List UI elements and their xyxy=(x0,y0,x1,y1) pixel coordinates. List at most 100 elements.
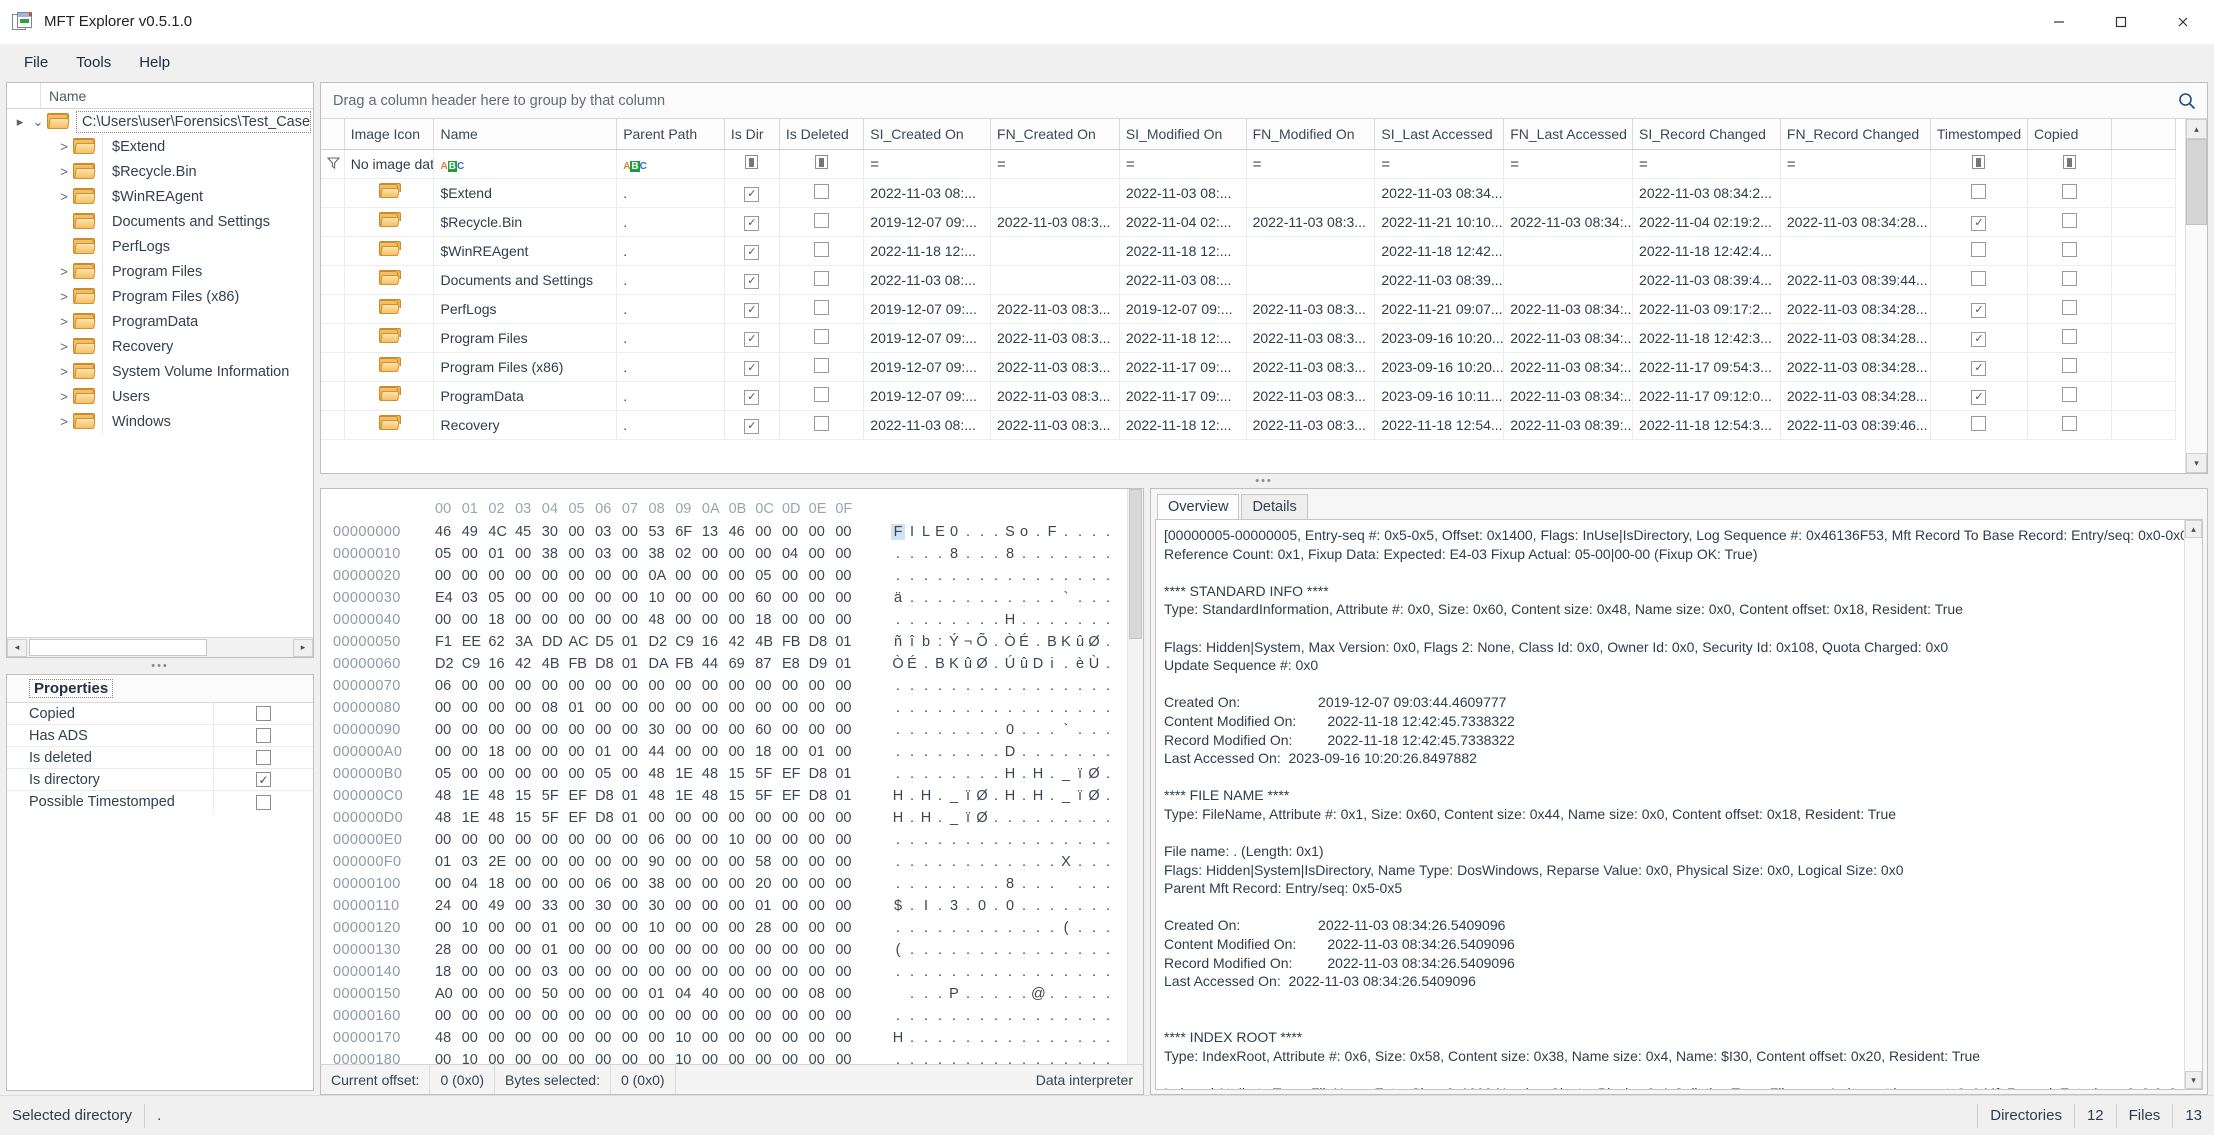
ascii-char[interactable]: . xyxy=(919,744,933,760)
ascii-char[interactable]: . xyxy=(905,744,919,760)
ascii-char[interactable]: . xyxy=(933,568,947,584)
hex-byte[interactable]: 00 xyxy=(782,986,809,1002)
ascii-char[interactable]: @ xyxy=(1031,986,1046,1002)
checkbox-unchecked-icon[interactable] xyxy=(256,728,271,743)
hex-byte[interactable]: 00 xyxy=(675,920,702,936)
hex-byte[interactable]: 00 xyxy=(675,832,702,848)
hex-byte[interactable]: D8 xyxy=(809,766,836,782)
ascii-char[interactable]: ï xyxy=(961,810,975,826)
hex-byte[interactable]: 00 xyxy=(729,700,756,716)
ascii-char[interactable]: . xyxy=(1087,678,1101,694)
hex-byte[interactable]: 00 xyxy=(462,832,489,848)
ascii-char[interactable]: . xyxy=(1045,876,1059,892)
hex-byte[interactable]: 00 xyxy=(782,1030,809,1046)
hex-byte[interactable]: 00 xyxy=(702,1052,729,1064)
hex-byte[interactable]: 00 xyxy=(622,964,649,980)
ascii-char[interactable]: . xyxy=(1073,744,1087,760)
header-name[interactable]: Name xyxy=(433,119,618,150)
cell-timestomped[interactable] xyxy=(1930,265,2029,295)
ascii-char[interactable]: ï xyxy=(961,788,975,804)
hex-row[interactable]: 00000030 E4 03 05 00 00 00 00 00 10 00 00 00 60 00 00 00… xyxy=(333,587,1127,609)
ascii-char[interactable]: . xyxy=(905,722,919,738)
cell-is-dir[interactable]: ✓ xyxy=(724,381,780,411)
hex-byte[interactable]: 00 xyxy=(462,1030,489,1046)
ascii-char[interactable]: . xyxy=(1087,1008,1101,1024)
ascii-char[interactable]: . xyxy=(961,524,975,540)
ascii-char[interactable]: : xyxy=(933,634,947,650)
hex-byte[interactable]: 00 xyxy=(515,546,542,562)
hex-byte[interactable]: 16 xyxy=(488,656,515,672)
ascii-char[interactable]: . xyxy=(1073,964,1087,980)
hex-byte[interactable]: 00 xyxy=(542,744,569,760)
hex-byte[interactable]: 05 xyxy=(755,568,782,584)
ascii-char[interactable]: F xyxy=(1045,524,1059,540)
hex-byte[interactable]: 00 xyxy=(515,766,542,782)
hex-byte[interactable]: 01 xyxy=(488,546,515,562)
ascii-char[interactable]: . xyxy=(1073,546,1087,562)
hex-byte[interactable]: 30 xyxy=(649,898,676,914)
hex-byte[interactable]: 00 xyxy=(515,568,542,584)
hex-row[interactable]: 00000090 00 00 00 00 00 00 00 00 30 00 00 00 60 00 00 00… xyxy=(333,719,1127,741)
ascii-char[interactable]: . xyxy=(1087,722,1101,738)
hex-byte[interactable]: 00 xyxy=(568,568,595,584)
scroll-down-icon[interactable]: ▾ xyxy=(2186,453,2207,473)
ascii-char[interactable]: . xyxy=(933,920,947,936)
hex-byte[interactable]: 18 xyxy=(755,612,782,628)
hex-byte[interactable]: 00 xyxy=(595,942,622,958)
hex-byte[interactable]: 00 xyxy=(595,1030,622,1046)
ascii-char[interactable]: B xyxy=(1045,634,1059,650)
ascii-char[interactable]: . xyxy=(1017,678,1031,694)
hex-byte[interactable]: D8 xyxy=(595,810,622,826)
cell-copied[interactable] xyxy=(2027,410,2113,440)
hex-byte[interactable]: 06 xyxy=(595,876,622,892)
ascii-char[interactable]: É xyxy=(1017,634,1031,650)
ascii-char[interactable]: . xyxy=(975,832,989,848)
hex-byte[interactable]: 01 xyxy=(622,810,649,826)
ascii-char[interactable]: . xyxy=(891,832,905,848)
hex-row[interactable]: 00000170 48 00 00 00 00 00 00 00 00 10 00 00 00 00 00 00… xyxy=(333,1027,1127,1049)
ascii-char[interactable]: . xyxy=(933,766,947,782)
hex-byte[interactable]: 00 xyxy=(568,678,595,694)
hex-byte[interactable]: 4C xyxy=(488,524,515,540)
ascii-char[interactable]: . xyxy=(933,942,947,958)
hex-byte[interactable]: 00 xyxy=(729,1052,756,1064)
hex-byte[interactable]: 00 xyxy=(729,810,756,826)
ascii-char[interactable]: . xyxy=(905,810,919,826)
hex-byte[interactable]: 15 xyxy=(515,788,542,804)
hex-byte[interactable]: 00 xyxy=(809,524,836,540)
hex-byte[interactable]: 00 xyxy=(462,986,489,1002)
ascii-char[interactable]: . xyxy=(919,964,933,980)
ascii-char[interactable]: . xyxy=(1059,942,1073,958)
ascii-char[interactable]: . xyxy=(919,920,933,936)
hex-byte[interactable]: 00 xyxy=(568,942,595,958)
hex-byte[interactable]: 00 xyxy=(675,744,702,760)
cell-timestomped[interactable] xyxy=(1930,178,2029,208)
hex-byte[interactable]: 03 xyxy=(462,854,489,870)
hex-byte[interactable]: 00 xyxy=(595,590,622,606)
hex-byte[interactable]: 08 xyxy=(542,700,569,716)
row-selector[interactable] xyxy=(321,294,345,324)
row-selector[interactable] xyxy=(321,236,345,266)
ascii-char[interactable]: . xyxy=(961,744,975,760)
ascii-char[interactable] xyxy=(1059,876,1073,892)
ascii-char[interactable]: Ò xyxy=(891,656,905,672)
details-vertical-scrollbar[interactable]: ▴ ▾ xyxy=(2184,520,2202,1089)
hex-byte[interactable]: AC xyxy=(568,634,595,650)
hex-byte[interactable]: 4B xyxy=(542,656,569,672)
checkbox-unchecked-icon[interactable] xyxy=(1971,183,1987,199)
menu-file[interactable]: File xyxy=(10,49,62,76)
hex-byte[interactable]: 10 xyxy=(675,1052,702,1064)
ascii-char[interactable]: . xyxy=(1031,546,1045,562)
hex-ascii[interactable]: $. I. 3. 0. 0....... xyxy=(891,898,1115,914)
hex-byte[interactable]: 00 xyxy=(835,964,862,980)
ascii-char[interactable]: . xyxy=(1101,854,1115,870)
ascii-char[interactable]: . xyxy=(1017,766,1031,782)
hex-byte[interactable]: 00 xyxy=(729,942,756,958)
hex-byte[interactable]: 00 xyxy=(568,854,595,870)
ascii-char[interactable]: . xyxy=(1101,524,1115,540)
hex-byte[interactable]: 00 xyxy=(542,612,569,628)
hex-byte[interactable]: 00 xyxy=(649,678,676,694)
property-value[interactable] xyxy=(213,747,313,768)
ascii-char[interactable]: . xyxy=(1045,568,1059,584)
hex-byte[interactable]: 00 xyxy=(542,766,569,782)
